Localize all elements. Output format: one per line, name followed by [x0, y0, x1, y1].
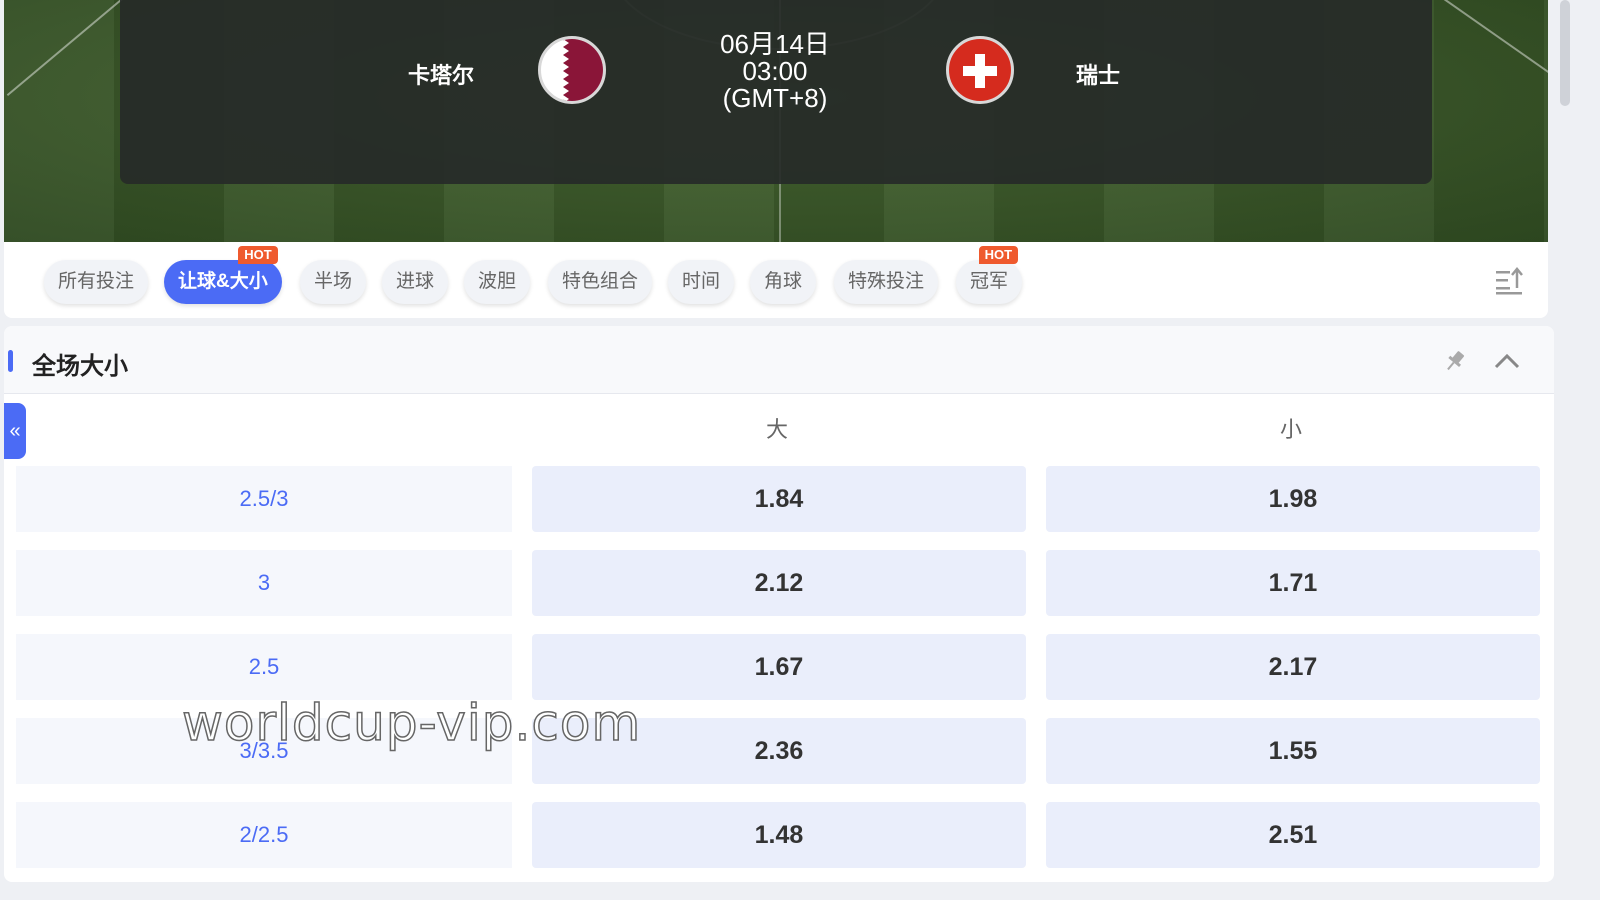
tab-special-bets[interactable]: 特殊投注 — [834, 260, 939, 304]
match-time: 03:00 — [742, 56, 808, 86]
tab-corners[interactable]: 角球 — [750, 260, 817, 304]
qatar-flag-icon — [538, 36, 606, 104]
side-panel-toggle[interactable]: « — [4, 403, 26, 459]
tab-goals[interactable]: 进球 — [382, 260, 449, 304]
pin-icon[interactable] — [1442, 348, 1468, 374]
line-value: 2.5 — [16, 634, 512, 700]
odds-row: 2/2.5 1.48 2.51 — [16, 802, 1542, 868]
odds-row: 3 2.12 1.71 — [16, 550, 1542, 616]
odds-under-button[interactable]: 1.55 — [1046, 718, 1540, 784]
odds-under-button[interactable]: 1.98 — [1046, 466, 1540, 532]
scoreboard: 卡塔尔 06月14日 03:00 (GMT+8) 瑞士 — [120, 0, 1432, 184]
column-header-under: 小 — [1279, 417, 1302, 442]
match-datetime: 06月14日 03:00 (GMT+8) — [680, 31, 870, 112]
match-date: 06月14日 — [720, 29, 830, 59]
line-value: 3 — [16, 550, 512, 616]
switzerland-flag-icon — [946, 36, 1014, 104]
match-hero-banner: 卡塔尔 06月14日 03:00 (GMT+8) 瑞士 — [4, 0, 1548, 242]
odds-over-button[interactable]: 1.48 — [532, 802, 1026, 868]
header-accent — [8, 350, 13, 372]
market-title: 全场大小 — [32, 353, 128, 380]
watermark: worldcup-vip.com — [181, 693, 642, 753]
match-timezone: (GMT+8) — [722, 83, 828, 113]
home-team-name: 卡塔尔 — [408, 63, 475, 88]
page-scrollbar[interactable] — [1560, 0, 1570, 106]
field-line-right — [1421, 0, 1548, 100]
hot-badge: HOT — [238, 246, 278, 264]
odds-under-button[interactable]: 1.71 — [1046, 550, 1540, 616]
line-value: 2/2.5 — [16, 802, 512, 868]
odds-under-button[interactable]: 2.17 — [1046, 634, 1540, 700]
tab-champion[interactable]: 冠军 HOT — [956, 246, 1023, 304]
line-value: 2.5/3 — [16, 466, 512, 532]
collapse-all-icon[interactable] — [1494, 266, 1524, 296]
tab-handicap-over-under[interactable]: 让球&大小 HOT — [164, 246, 282, 304]
odds-row: 2.5 1.67 2.17 — [16, 634, 1542, 700]
hot-badge: HOT — [978, 246, 1019, 264]
tab-correct-score[interactable]: 波胆 — [464, 260, 531, 304]
odds-over-button[interactable]: 1.67 — [532, 634, 1026, 700]
tab-time[interactable]: 时间 — [668, 260, 735, 304]
column-header-over: 大 — [765, 417, 788, 442]
tab-half-time[interactable]: 半场 — [300, 260, 367, 304]
odds-under-button[interactable]: 2.51 — [1046, 802, 1540, 868]
market-header[interactable]: 全场大小 — [4, 326, 1554, 394]
market-tabs: 所有投注 让球&大小 HOT 半场 进球 波胆 特色组合 时间 角球 特殊投注 … — [4, 242, 1548, 318]
odds-row: 2.5/3 1.84 1.98 — [16, 466, 1542, 532]
away-team-name: 瑞士 — [1076, 63, 1121, 88]
tab-special-combo[interactable]: 特色组合 — [548, 260, 653, 304]
odds-over-button[interactable]: 1.84 — [532, 466, 1026, 532]
market-panel: 全场大小 大 小 2.5/3 1.84 1.98 3 2.12 1.71 2.5 — [4, 326, 1554, 882]
tab-all-bets[interactable]: 所有投注 — [44, 260, 149, 304]
odds-over-button[interactable]: 2.12 — [532, 550, 1026, 616]
chevron-up-icon[interactable] — [1492, 348, 1522, 374]
